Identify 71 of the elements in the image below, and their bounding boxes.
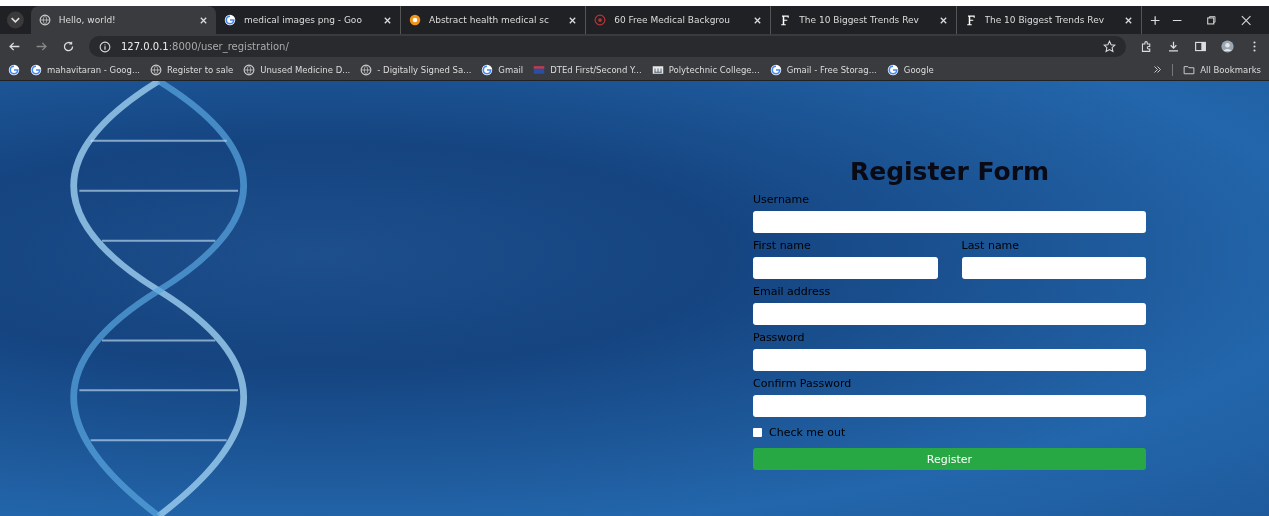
all-bookmarks-link[interactable]: All Bookmarks bbox=[1183, 63, 1261, 76]
form-title: Register Form bbox=[848, 157, 1051, 186]
f-letter-icon bbox=[779, 14, 792, 26]
input-field[interactable] bbox=[753, 395, 1146, 417]
globe-icon bbox=[243, 63, 256, 76]
reload-icon[interactable] bbox=[62, 40, 75, 53]
globe-icon bbox=[38, 14, 51, 26]
bookmark-link[interactable]: Unused Medicine D... bbox=[243, 63, 351, 76]
chevron-icon[interactable] bbox=[1153, 65, 1163, 74]
tab-title: 60 Free Medical Backgrou bbox=[614, 15, 732, 25]
star-icon[interactable] bbox=[1103, 40, 1116, 53]
google-icon bbox=[30, 63, 42, 76]
google-icon bbox=[886, 63, 899, 76]
tab-title: The 10 Biggest Trends Rev bbox=[799, 15, 920, 25]
url-text: 127.0.0.1:8000/user_registration/ bbox=[121, 41, 289, 52]
tab-title: The 10 Biggest Trends Rev bbox=[984, 15, 1106, 25]
bookmark-link[interactable]: mahavitaran - Goog... bbox=[30, 63, 141, 76]
globe-icon bbox=[150, 63, 163, 76]
field-label: Confirm Password bbox=[753, 377, 853, 390]
info-icon[interactable] bbox=[99, 40, 111, 53]
input-field[interactable] bbox=[961, 257, 1146, 279]
close-icon[interactable] bbox=[938, 15, 948, 25]
tab-list-icon[interactable] bbox=[6, 10, 25, 30]
google-icon bbox=[481, 63, 494, 76]
f-letter-icon bbox=[964, 14, 977, 26]
close-icon[interactable] bbox=[753, 15, 763, 25]
input-field[interactable] bbox=[753, 303, 1146, 325]
close-icon[interactable] bbox=[568, 15, 578, 25]
checkbox[interactable] bbox=[753, 428, 762, 437]
field-label: First name bbox=[753, 239, 812, 252]
field-label: Password bbox=[753, 331, 806, 344]
close-icon[interactable] bbox=[198, 15, 208, 25]
avatar-icon[interactable] bbox=[1221, 40, 1234, 53]
globe-icon bbox=[360, 63, 373, 76]
building-icon bbox=[651, 63, 664, 76]
field-label: Last name bbox=[961, 239, 1021, 252]
new-tab-icon[interactable] bbox=[1149, 14, 1160, 26]
side-panel-icon[interactable] bbox=[1194, 40, 1207, 53]
field-label: Username bbox=[753, 193, 811, 206]
field-label: Email address bbox=[753, 285, 832, 298]
checkbox-label: Check me out bbox=[769, 426, 846, 439]
restore-icon[interactable] bbox=[1206, 14, 1217, 26]
browser-tab[interactable]: Hello, world! bbox=[30, 6, 216, 34]
google-icon bbox=[8, 63, 20, 76]
bookmark-link[interactable]: Gmail bbox=[481, 63, 524, 76]
google-icon bbox=[769, 63, 782, 76]
close-icon[interactable] bbox=[1240, 14, 1251, 26]
input-field[interactable] bbox=[753, 257, 938, 279]
bookmark-link[interactable]: - Digitally Signed Sa... bbox=[360, 63, 472, 76]
bookmark-link[interactable]: Polytechnic College... bbox=[651, 63, 760, 76]
bookmark-link[interactable]: Register to sale bbox=[150, 63, 234, 76]
site-icon bbox=[409, 14, 422, 26]
bookmark-link[interactable]: Google bbox=[886, 63, 934, 76]
input-field[interactable] bbox=[753, 211, 1146, 233]
bookmark-link[interactable]: Gmail - Free Storag... bbox=[769, 63, 877, 76]
bookmark-link[interactable]: DTEd First/Second Y... bbox=[533, 63, 642, 76]
address-bar[interactable]: 127.0.0.1:8000/user_registration/ bbox=[89, 36, 1126, 57]
flag-icon bbox=[533, 63, 546, 76]
download-icon[interactable] bbox=[1167, 40, 1180, 53]
close-icon[interactable] bbox=[383, 15, 393, 25]
tab-title: Abstract health medical sc bbox=[429, 15, 550, 25]
tab-title: medical images png - Goo bbox=[243, 15, 363, 25]
forward-arrow-icon[interactable] bbox=[35, 40, 48, 53]
google-icon bbox=[223, 14, 236, 26]
site-icon bbox=[594, 14, 607, 26]
folder-icon bbox=[1183, 63, 1196, 76]
close-icon[interactable] bbox=[1123, 15, 1133, 25]
puzzle-icon[interactable] bbox=[1140, 40, 1153, 53]
tab-title: Hello, world! bbox=[58, 15, 117, 25]
back-arrow-icon[interactable] bbox=[8, 40, 21, 53]
input-field[interactable] bbox=[753, 349, 1146, 371]
